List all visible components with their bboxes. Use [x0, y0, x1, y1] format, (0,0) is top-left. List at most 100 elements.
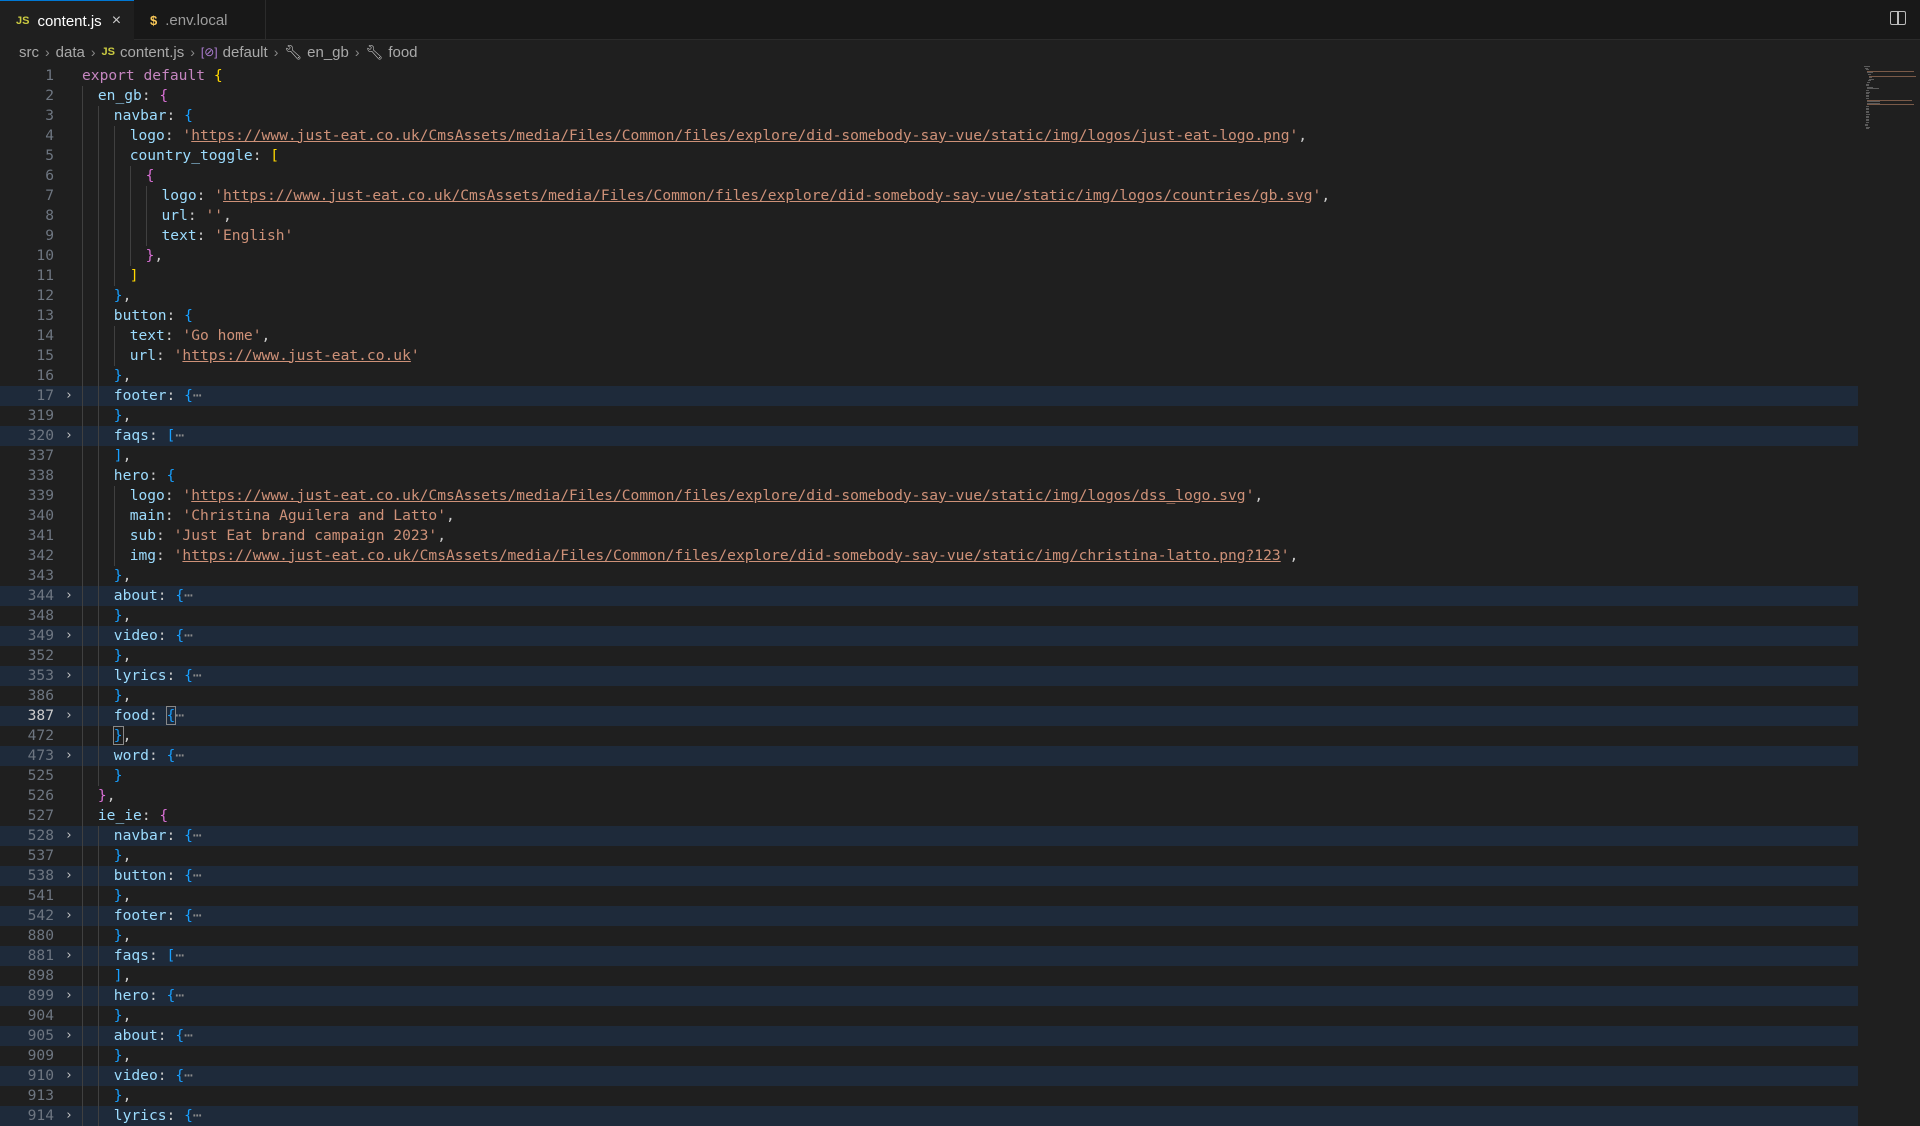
code-token: : [196, 226, 215, 244]
minimap[interactable] [1860, 64, 1920, 1119]
indent-guide [113, 345, 115, 366]
code-line[interactable]: 542 › footer: {⋯ [0, 905, 1858, 926]
chevron-right-icon[interactable]: › [62, 1026, 76, 1046]
indent-guide [82, 445, 83, 466]
code-line[interactable]: 349 › video: {⋯ [0, 625, 1858, 646]
code-link[interactable]: https://www.just-eat.co.uk/CmsAssets/med… [191, 487, 1245, 504]
code-line[interactable]: 352}, [0, 645, 1858, 666]
code-token: } [113, 846, 123, 864]
code-line[interactable]: 14 text: 'Go home', [0, 325, 1858, 346]
line-number: 913 [27, 1086, 54, 1104]
code-line[interactable]: 12}, [0, 285, 1858, 306]
code-line[interactable]: 344 › about: {⋯ [0, 585, 1858, 606]
code-line[interactable]: 538 › button: {⋯ [0, 865, 1858, 886]
breadcrumb-default[interactable]: [⊘] default [201, 44, 268, 61]
code-line[interactable]: 11] [0, 265, 1858, 286]
split-editor-icon[interactable] [1890, 11, 1906, 25]
indent-guide [97, 265, 99, 286]
chevron-right-icon[interactable]: › [62, 866, 76, 886]
chevron-right-icon[interactable]: › [62, 1106, 76, 1126]
code-line[interactable]: 904}, [0, 1005, 1858, 1026]
indent-guide [97, 925, 99, 946]
code-editor[interactable]: 1 export default {2 en_gb: {3 navbar: {4 log… [0, 64, 1860, 1126]
chevron-right-icon[interactable]: › [62, 826, 76, 846]
code-line[interactable]: 341 sub: 'Just Eat brand campaign 2023', [0, 525, 1858, 546]
code-token: ⋯ [175, 706, 185, 724]
chevron-right-icon[interactable]: › [62, 586, 76, 606]
code-line[interactable]: 914 › lyrics: {⋯ [0, 1105, 1858, 1126]
indent-guide [97, 645, 99, 666]
code-line[interactable]: 353 › lyrics: {⋯ [0, 665, 1858, 686]
code-line[interactable]: 3 navbar: { [0, 105, 1858, 126]
code-line[interactable]: 13 button: { [0, 305, 1858, 326]
code-line[interactable]: 339 logo: 'https://www.just-eat.co.uk/Cms… [0, 485, 1858, 506]
code-link[interactable]: https://www.just-eat.co.uk [182, 347, 410, 364]
code-line[interactable]: 541}, [0, 885, 1858, 906]
code-line[interactable]: 899 › hero: {⋯ [0, 985, 1858, 1006]
code-line[interactable]: 5 country_toggle: [ [0, 145, 1858, 166]
code-line[interactable]: 905 › about: {⋯ [0, 1025, 1858, 1046]
code-line[interactable]: 16}, [0, 365, 1858, 386]
chevron-right-icon[interactable]: › [62, 1066, 76, 1086]
code-line[interactable]: 4 logo: 'https://www.just-eat.co.uk/CmsAs… [0, 125, 1858, 146]
code-link[interactable]: https://www.just-eat.co.uk/CmsAssets/med… [191, 127, 1289, 144]
code-link[interactable]: https://www.just-eat.co.uk/CmsAssets/med… [223, 187, 1313, 204]
code-line[interactable]: 15 url: 'https://www.just-eat.co.uk' [0, 345, 1858, 366]
chevron-right-icon[interactable]: › [62, 706, 76, 726]
code-token: faqs [113, 946, 149, 964]
chevron-right-icon[interactable]: › [62, 986, 76, 1006]
code-token: : [156, 526, 174, 544]
code-line[interactable]: 337], [0, 445, 1858, 466]
code-line[interactable]: 527 ie_ie: { [0, 805, 1858, 826]
code-line[interactable]: 8 url: '', [0, 205, 1858, 226]
code-line[interactable]: 340 main: 'Christina Aguilera and Latto', [0, 505, 1858, 526]
breadcrumb-food[interactable]: 🔧︎ food [366, 44, 418, 61]
code-line[interactable]: 525} [0, 765, 1858, 786]
code-text: }, [146, 246, 164, 266]
code-line[interactable]: 10}, [0, 245, 1858, 266]
code-link[interactable]: https://www.just-eat.co.uk/CmsAssets/med… [182, 547, 1280, 564]
code-line[interactable]: 17 › footer: {⋯ [0, 385, 1858, 406]
code-line[interactable]: 7 logo: 'https://www.just-eat.co.uk/CmsAs… [0, 185, 1858, 206]
code-line[interactable]: 473 › word: {⋯ [0, 745, 1858, 766]
code-line[interactable]: 880}, [0, 925, 1858, 946]
code-line[interactable]: 386}, [0, 685, 1858, 706]
breadcrumb-data[interactable]: data [56, 44, 85, 61]
breadcrumb-src[interactable]: src [19, 44, 39, 61]
code-line[interactable]: 526}, [0, 785, 1858, 806]
code-line[interactable]: 898], [0, 965, 1858, 986]
code-line[interactable]: 1 export default { [0, 66, 1858, 86]
code-line[interactable]: 320 › faqs: [⋯ [0, 425, 1858, 446]
code-line[interactable]: 909}, [0, 1045, 1858, 1066]
code-line[interactable]: 537}, [0, 845, 1858, 866]
code-line[interactable]: 528 › navbar: {⋯ [0, 825, 1858, 846]
chevron-right-icon[interactable]: › [62, 746, 76, 766]
chevron-right-icon[interactable]: › [62, 626, 76, 646]
code-line[interactable]: 881 › faqs: [⋯ [0, 945, 1858, 966]
code-line[interactable]: 472}, [0, 725, 1858, 746]
chevron-right-icon[interactable]: › [62, 386, 76, 406]
close-icon[interactable]: × [112, 12, 121, 30]
code-line[interactable]: 338 hero: { [0, 465, 1858, 486]
code-line[interactable]: 913}, [0, 1085, 1858, 1106]
code-token: ' [182, 486, 192, 504]
code-line[interactable]: 910 › video: {⋯ [0, 1065, 1858, 1086]
code-line[interactable]: 319}, [0, 405, 1858, 426]
code-text: ] [130, 266, 139, 286]
code-line[interactable]: 9 text: 'English' [0, 225, 1858, 246]
code-line[interactable]: 342 img: 'https://www.just-eat.co.uk/CmsA… [0, 545, 1858, 566]
code-line[interactable]: 2 en_gb: { [0, 85, 1858, 106]
code-text: main: 'Christina Aguilera and Latto', [130, 506, 455, 526]
tab-env-local[interactable]: $ .env.local [134, 0, 266, 40]
code-line[interactable]: 348}, [0, 605, 1858, 626]
chevron-right-icon[interactable]: › [62, 426, 76, 446]
breadcrumb-content-js[interactable]: JS content.js [102, 44, 185, 61]
breadcrumb-en-gb[interactable]: 🔧︎ en_gb [284, 44, 349, 61]
code-line[interactable]: 387 › food: {⋯ [0, 705, 1858, 726]
chevron-right-icon[interactable]: › [62, 906, 76, 926]
code-line[interactable]: 6{ [0, 165, 1858, 186]
code-line[interactable]: 343}, [0, 565, 1858, 586]
chevron-right-icon[interactable]: › [62, 946, 76, 966]
tab-content-js[interactable]: JS content.js × [0, 0, 134, 41]
chevron-right-icon[interactable]: › [62, 666, 76, 686]
